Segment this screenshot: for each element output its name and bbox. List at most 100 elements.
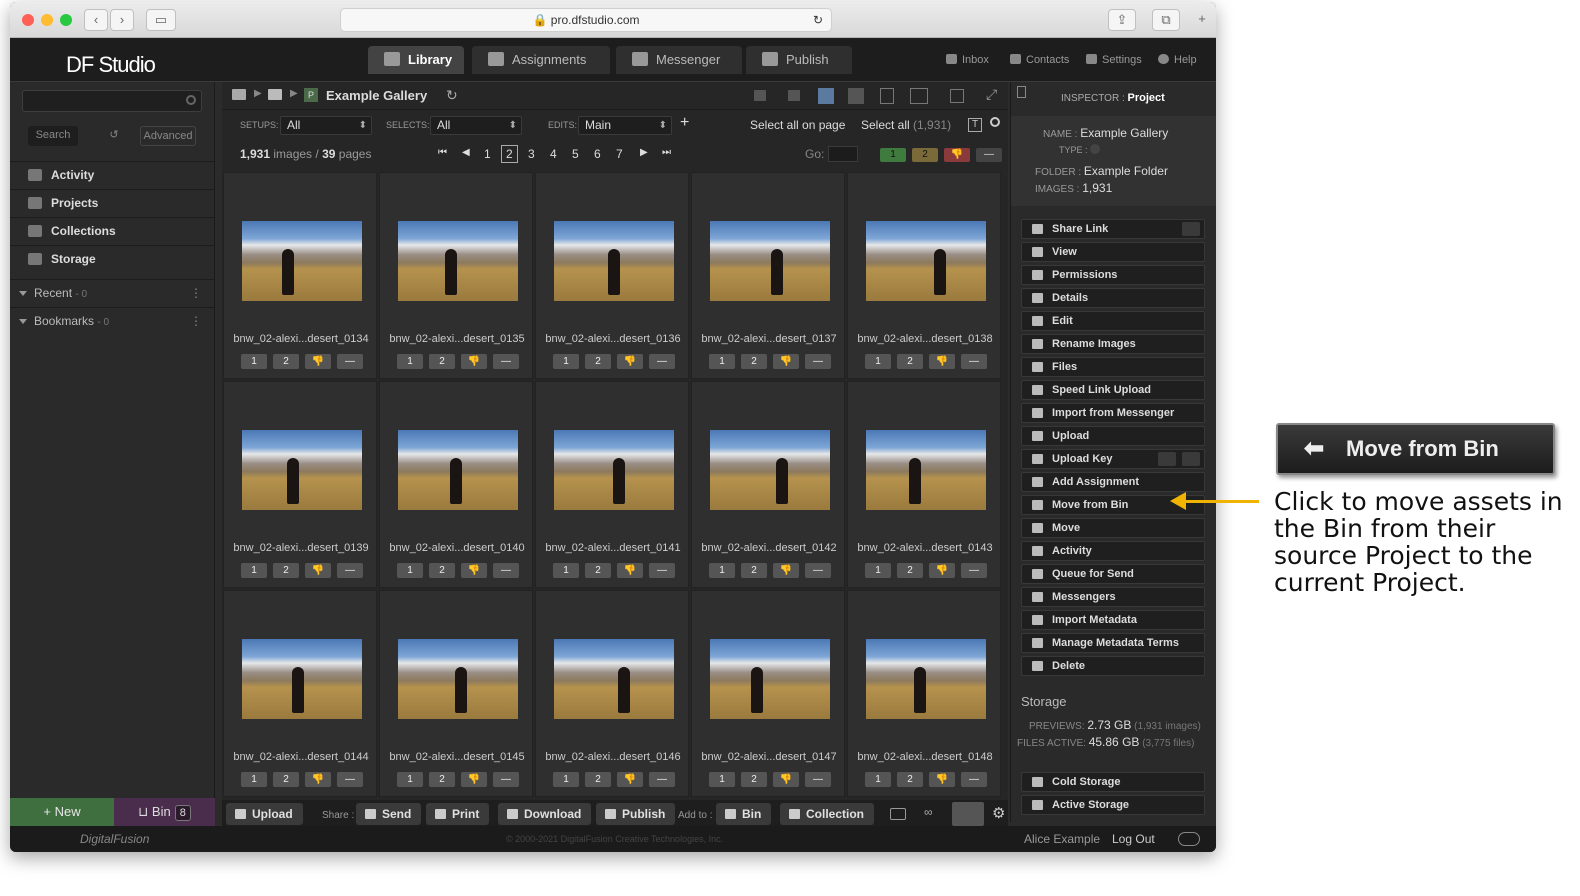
page-6[interactable]: 6 [594, 147, 601, 161]
select-2-button[interactable]: 2 [585, 772, 611, 787]
page-3[interactable]: 3 [528, 147, 535, 161]
reset-icon[interactable]: ↺ [104, 126, 124, 146]
import-metadata-button[interactable]: Import Metadata [1021, 610, 1205, 630]
publish-button[interactable]: Publish [596, 803, 676, 825]
reject-button[interactable]: 👎 [773, 772, 799, 787]
image-cell[interactable]: bnw_02-alexi...desert_0144 1 2 👎 — [223, 590, 377, 797]
clear-rating-button[interactable]: — [961, 772, 987, 787]
manage-metadata-terms-button[interactable]: Manage Metadata Terms [1021, 633, 1205, 653]
delete-button[interactable]: Delete [1021, 656, 1205, 676]
share-link-button[interactable]: Share Link [1021, 219, 1205, 239]
image-cell[interactable]: bnw_02-alexi...desert_0141 1 2 👎 — [535, 381, 689, 588]
select-1-button[interactable]: 1 [241, 354, 267, 369]
image-cell[interactable]: bnw_02-alexi...desert_0140 1 2 👎 — [379, 381, 533, 588]
setups-select[interactable]: All [280, 116, 372, 135]
send-button[interactable]: Send [356, 803, 422, 825]
queue-for-send-button[interactable]: Queue for Send [1021, 564, 1205, 584]
reload-icon[interactable]: ↻ [813, 9, 823, 31]
messengers-button[interactable]: Messengers [1021, 587, 1205, 607]
select-2-button[interactable]: 2 [741, 772, 767, 787]
filter-select-2[interactable]: 2 [912, 148, 938, 162]
image-cell[interactable]: bnw_02-alexi...desert_0148 1 2 👎 — [847, 590, 1001, 797]
upload-key-button[interactable]: Upload Key [1021, 449, 1205, 469]
image-cell[interactable]: bnw_02-alexi...desert_0143 1 2 👎 — [847, 381, 1001, 588]
select-2-button[interactable]: 2 [429, 354, 455, 369]
contacts-link[interactable]: Contacts [1010, 54, 1069, 66]
select-1-button[interactable]: 1 [865, 772, 891, 787]
fullscreen-icon[interactable]: ⤢ [986, 86, 997, 103]
sidebar-toggle-icon[interactable]: ▭ [146, 9, 176, 31]
select-2-button[interactable]: 2 [273, 563, 299, 578]
first-page-icon[interactable]: ⏮ [438, 147, 447, 158]
filter-reject[interactable]: 👎 [944, 148, 970, 162]
select-1-button[interactable]: 1 [553, 772, 579, 787]
select-2-button[interactable]: 2 [897, 354, 923, 369]
select-2-button[interactable]: 2 [429, 563, 455, 578]
group-recent[interactable]: Recent - 0 ⋮ [10, 279, 214, 306]
close-window-button[interactable] [22, 14, 34, 26]
clear-rating-button[interactable]: — [493, 772, 519, 787]
copy-icon[interactable] [1182, 222, 1200, 236]
files-button[interactable]: Files [1021, 357, 1205, 377]
speed-link-upload-button[interactable]: Speed Link Upload [1021, 380, 1205, 400]
search-button[interactable]: Search [28, 126, 78, 146]
image-thumbnail[interactable] [866, 430, 986, 510]
select-2-button[interactable]: 2 [897, 772, 923, 787]
image-thumbnail[interactable] [398, 221, 518, 301]
reject-button[interactable]: 👎 [461, 563, 487, 578]
new-button[interactable]: + New [10, 798, 114, 826]
image-thumbnail[interactable] [710, 639, 830, 719]
select-1-button[interactable]: 1 [709, 354, 735, 369]
view-list-icon[interactable] [788, 90, 800, 101]
tabs-icon[interactable]: ⧉ [1152, 9, 1180, 31]
logout-link[interactable]: Log Out [1112, 832, 1155, 846]
last-page-icon[interactable]: ⏭ [662, 147, 671, 158]
refresh-icon[interactable]: ↻ [446, 87, 458, 104]
edit-button[interactable]: Edit [1021, 311, 1205, 331]
filmstrip-toggle-icon[interactable] [952, 802, 984, 826]
sidebar-item-collections[interactable]: Collections [10, 217, 214, 244]
clear-rating-button[interactable]: — [493, 354, 519, 369]
settings-link[interactable]: Settings [1086, 54, 1142, 66]
upload-button[interactable]: Upload [226, 803, 303, 825]
move-button[interactable]: Move [1021, 518, 1205, 538]
new-tab-icon[interactable]: + [1192, 9, 1212, 31]
select-1-button[interactable]: 1 [553, 563, 579, 578]
view-grid-small-icon[interactable] [818, 88, 834, 104]
add-assignment-button[interactable]: Add Assignment [1021, 472, 1205, 492]
view-single-icon[interactable] [880, 88, 894, 104]
import-from-messenger-button[interactable]: Import from Messenger [1021, 403, 1205, 423]
sidebar-item-projects[interactable]: Projects [10, 189, 214, 216]
forward-icon[interactable]: › [110, 9, 134, 31]
view-detail-icon[interactable] [754, 90, 766, 101]
text-filter-icon[interactable]: T [968, 118, 982, 132]
sidebar-item-storage[interactable]: Storage [10, 245, 214, 272]
next-page-icon[interactable]: ▶ [640, 147, 648, 158]
tab-assignments[interactable]: Assignments [472, 46, 610, 74]
rename-images-button[interactable]: Rename Images [1021, 334, 1205, 354]
image-thumbnail[interactable] [710, 430, 830, 510]
clear-rating-button[interactable]: — [337, 772, 363, 787]
select-1-button[interactable]: 1 [397, 354, 423, 369]
print-button[interactable]: Print [426, 803, 490, 825]
details-button[interactable]: Details [1021, 288, 1205, 308]
selects-select[interactable]: All [430, 116, 522, 135]
select-2-button[interactable]: 2 [429, 772, 455, 787]
clear-rating-button[interactable]: — [805, 563, 831, 578]
image-cell[interactable]: bnw_02-alexi...desert_0145 1 2 👎 — [379, 590, 533, 797]
reject-button[interactable]: 👎 [929, 772, 955, 787]
library-icon[interactable] [232, 89, 246, 100]
clear-rating-button[interactable]: — [649, 354, 675, 369]
image-thumbnail[interactable] [398, 430, 518, 510]
image-thumbnail[interactable] [554, 639, 674, 719]
reject-button[interactable]: 👎 [305, 354, 331, 369]
image-cell[interactable]: bnw_02-alexi...desert_0137 1 2 👎 — [691, 172, 845, 379]
gear-icon[interactable]: ⚙ [992, 804, 1005, 822]
reject-button[interactable]: 👎 [617, 563, 643, 578]
activity-button[interactable]: Activity [1021, 541, 1205, 561]
image-thumbnail[interactable] [866, 639, 986, 719]
cold-storage-button[interactable]: Cold Storage [1021, 772, 1205, 792]
go-page-input[interactable] [828, 146, 858, 162]
reject-button[interactable]: 👎 [617, 772, 643, 787]
select-2-button[interactable]: 2 [273, 772, 299, 787]
